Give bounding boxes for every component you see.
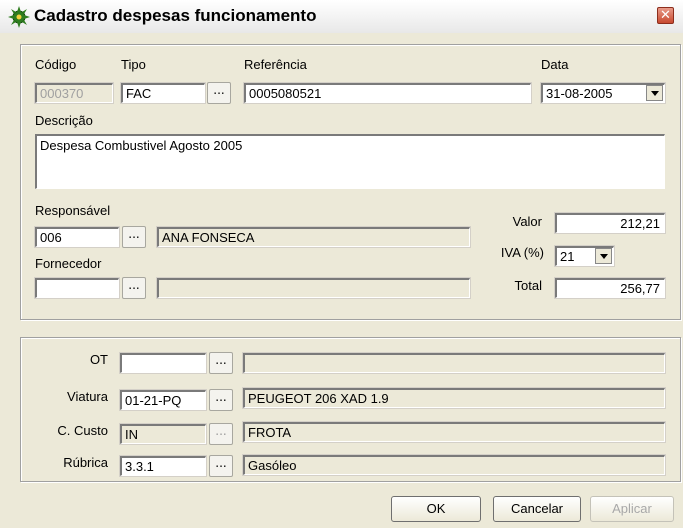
rubrica-label: Rúbrica [63, 455, 108, 470]
ot-label: OT [89, 352, 108, 367]
c-custo-name-field: FROTA [242, 421, 666, 443]
c-custo-label: C. Custo [57, 423, 108, 438]
fornecedor-label: Fornecedor [35, 256, 102, 271]
tipo-browse-button[interactable]: ... [207, 82, 231, 104]
iva-dropdown-button[interactable] [595, 248, 612, 264]
rubrica-browse-button[interactable]: ... [209, 455, 233, 477]
rubrica-code-field[interactable]: 3.3.1 [119, 455, 207, 477]
ot-code-field[interactable] [119, 352, 207, 374]
close-icon: ✕ [660, 8, 671, 23]
total-field: 256,77 [554, 277, 666, 299]
dialog-window: Cadastro despesas funcionamento ✕ Código… [0, 0, 683, 528]
ok-button[interactable]: OK [391, 496, 481, 522]
window-title: Cadastro despesas funcionamento [34, 6, 317, 25]
descricao-field[interactable]: Despesa Combustivel Agosto 2005 [35, 134, 665, 189]
ot-browse-button[interactable]: ... [209, 352, 233, 374]
data-label: Data [541, 57, 569, 72]
ot-name-field [242, 352, 666, 374]
title-bar[interactable]: Cadastro despesas funcionamento ✕ [0, 0, 683, 33]
iva-label: IVA (%) [500, 245, 544, 260]
cancelar-button[interactable]: Cancelar [493, 496, 581, 522]
responsavel-code-field[interactable]: 006 [34, 226, 120, 248]
viatura-name-field: PEUGEOT 206 XAD 1.9 [242, 387, 666, 409]
fornecedor-browse-button[interactable]: ... [122, 277, 146, 299]
app-icon [8, 6, 30, 28]
descricao-label: Descrição [35, 113, 93, 128]
valor-field[interactable]: 212,21 [554, 212, 666, 234]
tipo-field[interactable]: FAC [120, 82, 206, 104]
valor-label: Valor [512, 214, 542, 229]
viatura-code-field[interactable]: 01-21-PQ [119, 389, 207, 411]
responsavel-name-field: ANA FONSECA [156, 226, 471, 248]
responsavel-label: Responsável [35, 203, 111, 218]
codigo-label: Código [35, 57, 77, 72]
total-label: Total [514, 278, 542, 293]
referencia-label: Referência [244, 57, 307, 72]
viatura-browse-button[interactable]: ... [209, 389, 233, 411]
fornecedor-name-field [156, 277, 471, 299]
tipo-label: Tipo [121, 57, 146, 72]
rubrica-name-field: Gasóleo [242, 454, 666, 476]
fornecedor-code-field[interactable] [34, 277, 120, 299]
close-button[interactable]: ✕ [657, 7, 674, 24]
c-custo-browse-button: ... [209, 423, 233, 445]
referencia-field[interactable]: 0005080521 [243, 82, 532, 104]
c-custo-code-field: IN [119, 423, 207, 445]
aplicar-button: Aplicar [590, 496, 674, 522]
responsavel-browse-button[interactable]: ... [122, 226, 146, 248]
codigo-field: 000370 [34, 82, 114, 104]
data-dropdown-button[interactable] [646, 85, 663, 101]
viatura-label: Viatura [67, 389, 108, 404]
